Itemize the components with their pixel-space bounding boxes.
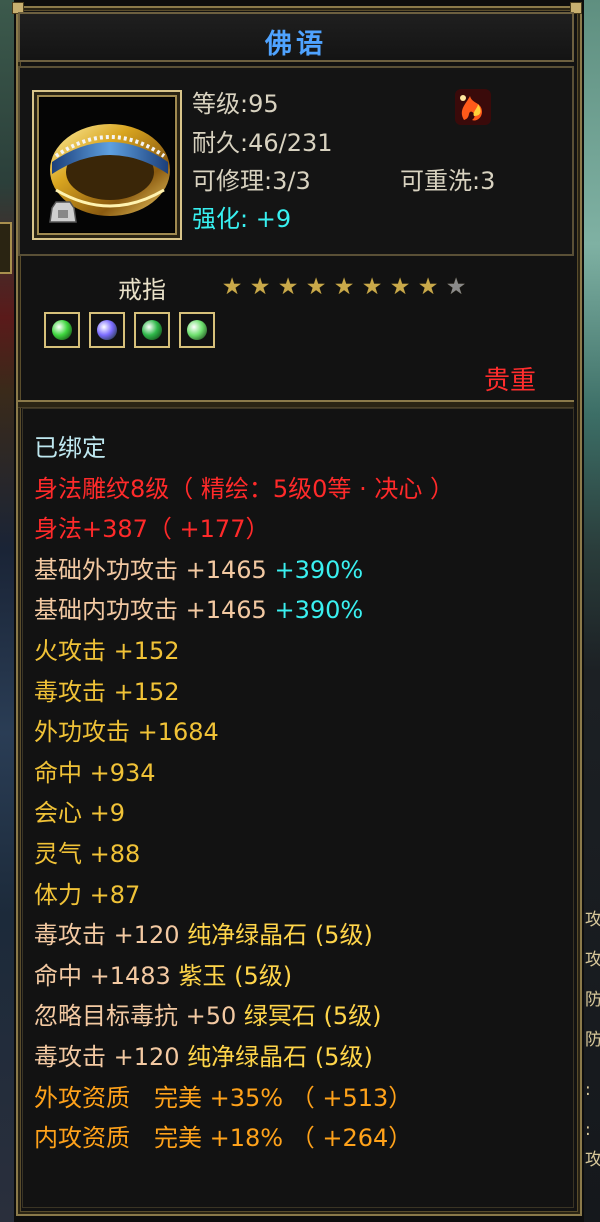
section-divider [18, 400, 574, 408]
attribute-text: 火攻击 +152 [34, 636, 180, 665]
purple-gem-icon[interactable] [89, 312, 125, 348]
attribute-line: 会心 +9 [34, 793, 574, 834]
attribute-line: 毒攻击 +120 纯净绿晶石 (5级) [34, 1037, 574, 1078]
star-rating: ★ ★ ★ ★ ★ ★ ★ ★ ★ [218, 274, 470, 300]
flame-badge-icon [455, 89, 491, 125]
attribute-line: 命中 +934 [34, 753, 574, 794]
item-rewashable: 可重洗:3 [400, 167, 496, 195]
tooltip-title-bar: 佛语 [18, 12, 574, 62]
attribute-text: 基础外功攻击 +1465 [34, 555, 275, 584]
attribute-line: 火攻击 +152 [34, 631, 574, 672]
background-text-fragment: : [585, 1080, 591, 1100]
background-text-fragment: 防 [585, 990, 600, 1010]
star-icon: ★ [417, 274, 439, 300]
attribute-line: 基础内功攻击 +1465 +390% [34, 590, 574, 631]
attribute-text: +390% [274, 555, 364, 584]
item-durability: 耐久:46/231 [192, 129, 333, 157]
attribute-line: 身法+387（ +177） [34, 509, 574, 550]
attribute-text: 内攻资质 完美 +18% （ +264） [34, 1124, 413, 1153]
background-text-fragment: 攻 [585, 1150, 600, 1170]
attribute-line: 忽略目标毒抗 +50 绿冥石 (5级) [34, 996, 574, 1037]
star-icon: ★ [305, 274, 327, 300]
attribute-line: 灵气 +88 [34, 834, 574, 875]
attribute-line: 毒攻击 +120 纯净绿晶石 (5级) [34, 915, 574, 956]
background-text-fragment: 防 [585, 1030, 600, 1050]
gem-socket-row [44, 312, 224, 352]
star-icon: ★ [389, 274, 411, 300]
star-icon: ★ [333, 274, 355, 300]
background-text-fragment: 攻 [585, 910, 600, 930]
attribute-text: 毒攻击 +152 [34, 677, 180, 706]
attribute-text: 毒攻击 +120 [34, 921, 188, 950]
attribute-line: 外功攻击 +1684 [34, 712, 574, 753]
item-title: 佛语 [265, 29, 327, 60]
attribute-text: 纯净绿晶石 (5级) [187, 1042, 373, 1071]
attribute-text: 基础内功攻击 +1465 [34, 596, 275, 625]
attribute-text: 绿冥石 (5级) [243, 1002, 382, 1031]
green-leaf-gem-icon[interactable] [134, 312, 170, 348]
bound-lock-icon [49, 201, 77, 223]
attribute-text: 身法+387（ +177） [34, 515, 270, 544]
item-rarity: 贵重 [484, 366, 537, 396]
star-icon: ★ [277, 274, 299, 300]
side-panel-handle[interactable] [0, 222, 12, 274]
attribute-text: 紫玉 (5级) [178, 961, 293, 990]
attribute-line: 毒攻击 +152 [34, 672, 574, 713]
attribute-text: 会心 +9 [34, 799, 126, 828]
green-gem-icon[interactable] [179, 312, 215, 348]
item-repairable: 可修理:3/3 [192, 167, 311, 195]
attribute-text: 身法雕纹8级（ 精绘：5级0等 · 决心 ） [34, 474, 454, 503]
green-gem-icon[interactable] [44, 312, 80, 348]
attribute-list: 已绑定身法雕纹8级（ 精绘：5级0等 · 决心 ） 身法+387（ +177） 基础… [34, 428, 574, 1159]
item-type-label: 戒指 [118, 276, 166, 304]
attribute-text: 毒攻击 +120 [34, 1042, 188, 1071]
attribute-text: 灵气 +88 [34, 839, 141, 868]
game-background-left [0, 0, 14, 1222]
attribute-text: 命中 +1483 [34, 961, 179, 990]
attribute-line: 身法雕纹8级（ 精绘：5级0等 · 决心 ） [34, 469, 574, 510]
attribute-line: 内攻资质 完美 +18% （ +264） [34, 1118, 574, 1159]
star-icon: ★ [445, 274, 467, 300]
attribute-text: 纯净绿晶石 (5级) [187, 921, 373, 950]
attribute-text: 外攻资质 完美 +35% （ +513） [34, 1083, 413, 1112]
attribute-text: +390% [274, 596, 364, 625]
attribute-text: 命中 +934 [34, 758, 156, 787]
attribute-text: 体力 +87 [34, 880, 141, 909]
star-icon: ★ [221, 274, 243, 300]
item-level: 等级:95 [192, 90, 279, 118]
attribute-line: 已绑定 [34, 428, 574, 469]
attribute-text: 已绑定 [34, 434, 106, 462]
star-icon: ★ [361, 274, 383, 300]
attribute-line: 外攻资质 完美 +35% （ +513） [34, 1078, 574, 1119]
star-icon: ★ [249, 274, 271, 300]
attribute-text: 忽略目标毒抗 +50 [34, 1002, 244, 1031]
attribute-line: 基础外功攻击 +1465 +390% [34, 550, 574, 591]
attribute-line: 体力 +87 [34, 875, 574, 916]
item-enhance-level: 强化: +9 [192, 205, 292, 233]
attribute-text: 外功攻击 +1684 [34, 718, 219, 747]
background-text-fragment: 攻 [585, 950, 600, 970]
attribute-line: 命中 +1483 紫玉 (5级) [34, 956, 574, 997]
